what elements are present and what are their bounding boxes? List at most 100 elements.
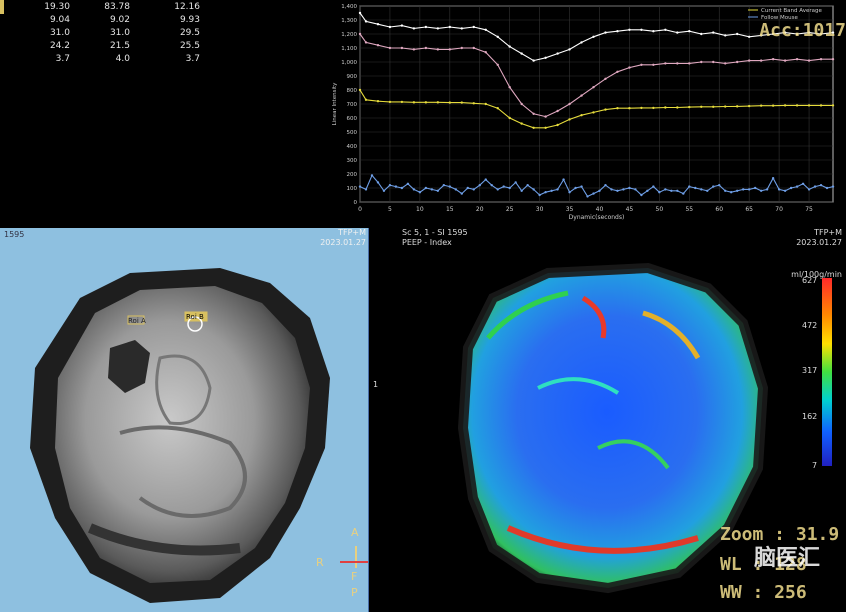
stats-cell: 21.5 <box>109 41 130 51</box>
chart-point <box>724 189 727 192</box>
chart-point <box>580 94 583 97</box>
chart-y-tick-label: 1,100 <box>341 46 357 52</box>
stats-cell: 25.5 <box>179 41 200 51</box>
chart-point <box>736 32 739 36</box>
chart-x-tick-label: 30 <box>536 206 544 213</box>
chart-point <box>759 189 763 192</box>
stats-cell: 31.0 <box>109 28 130 38</box>
chart-point <box>424 186 428 190</box>
chart-point <box>616 30 619 33</box>
chart-point <box>568 118 571 121</box>
chart-point <box>688 30 691 33</box>
chart-point <box>532 126 535 129</box>
chart-point <box>688 62 691 65</box>
chart-point <box>801 182 805 185</box>
chart-x-tick-label: 55 <box>685 206 693 213</box>
chart-point <box>712 60 715 64</box>
chart-point <box>724 62 727 65</box>
chart-point <box>700 60 703 64</box>
chart-point <box>412 188 416 191</box>
chart-point <box>700 32 703 36</box>
chart-point <box>753 186 757 190</box>
chart-x-tick-label: 35 <box>566 206 574 213</box>
chart-point <box>730 191 733 194</box>
chart-y-tick-label: 400 <box>347 144 358 150</box>
chart-point <box>388 46 392 50</box>
chart-x-tick-label: 50 <box>656 206 664 213</box>
chart-point <box>448 48 452 51</box>
chart-point <box>694 186 697 190</box>
chart-point <box>771 177 775 180</box>
chart-point <box>628 28 631 31</box>
chart-x-tick-label: 60 <box>715 206 723 213</box>
orientation-left: R <box>316 556 324 569</box>
chart-point <box>508 116 511 120</box>
chart-point <box>592 86 595 89</box>
chart-x-tick-label: 45 <box>626 206 634 213</box>
left-image-viewport[interactable]: 1595 TFP+M 2023.01.27 Roi A Roi B A L R … <box>0 228 389 612</box>
chart-point <box>759 59 763 62</box>
chart-point <box>562 178 565 181</box>
chart-x-tick-label: 75 <box>805 206 813 213</box>
chart-point <box>825 186 829 190</box>
chart-point <box>514 181 517 184</box>
chart-y-tick-label: 800 <box>347 88 358 94</box>
chart-point <box>556 123 559 127</box>
chart-point <box>400 24 404 27</box>
chart-y-axis-label: Linear Intensity <box>332 82 338 126</box>
viewport-divider: 1 <box>368 228 398 612</box>
chart-point <box>376 100 380 103</box>
chart-point <box>670 189 673 192</box>
chart-point <box>736 105 739 108</box>
chart-point <box>496 35 499 38</box>
chart-point <box>676 189 679 192</box>
chart-point <box>388 25 392 29</box>
chart-point <box>789 186 793 190</box>
chart-point <box>706 189 709 192</box>
chart-point <box>598 189 601 192</box>
chart-point <box>640 63 643 66</box>
watermark: 脑医汇 <box>754 546 821 571</box>
stats-cell: 9.93 <box>179 15 200 25</box>
chart-point <box>364 188 368 191</box>
chart-legend-label: Current Band Average <box>761 8 822 14</box>
perfusion-map-viewport[interactable]: Sc 5, 1 - SI 1595 PEEP - Index TFP+M 202… <box>398 228 846 612</box>
chart-point <box>652 63 655 66</box>
chart-point <box>688 185 691 188</box>
chart-point <box>502 185 505 188</box>
roi-b-label: Roi B <box>186 313 204 321</box>
slice-marker: 1 <box>373 380 379 389</box>
window-width-readout: WW : 256 <box>720 582 807 603</box>
chart-point <box>831 185 835 188</box>
chart-y-tick-label: 200 <box>347 172 358 178</box>
chart-y-tick-label: 1,400 <box>341 4 357 10</box>
brain-grayscale-image: Roi A Roi B <box>30 268 330 603</box>
chart-point <box>496 188 499 191</box>
chart-point <box>520 189 523 192</box>
orientation-bottom-2: P <box>351 586 358 599</box>
chart-point <box>418 191 422 194</box>
chart-point <box>568 191 571 194</box>
chart-point <box>358 185 362 188</box>
chart-point <box>400 46 404 50</box>
chart-point <box>400 100 404 104</box>
chart-point <box>646 189 649 192</box>
chart-x-tick-label: 15 <box>446 206 454 213</box>
chart-point <box>394 185 398 188</box>
chart-point <box>532 59 535 62</box>
chart-point <box>466 186 469 190</box>
chart-point <box>376 181 380 184</box>
chart-point <box>496 107 499 110</box>
chart-point <box>412 27 416 30</box>
chart-y-tick-label: 100 <box>347 186 358 192</box>
chart-point <box>556 109 559 113</box>
chart-point <box>628 186 631 190</box>
chart-point <box>568 48 571 51</box>
chart-point <box>412 101 416 104</box>
chart-point <box>586 195 589 198</box>
stats-cell: 3.7 <box>55 54 70 64</box>
chart-point <box>400 186 404 190</box>
chart-point <box>412 48 416 51</box>
stats-cell: 19.30 <box>44 2 70 12</box>
stats-cell: 3.7 <box>185 54 200 64</box>
